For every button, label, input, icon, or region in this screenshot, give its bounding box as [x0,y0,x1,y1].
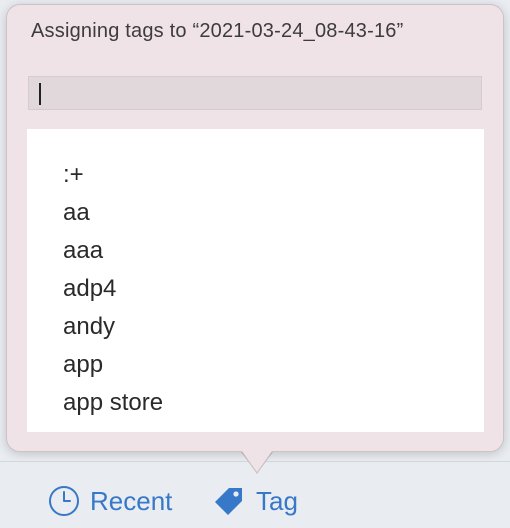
recent-button[interactable]: Recent [48,476,172,526]
tag-button[interactable]: Tag [212,476,298,526]
tag-list[interactable]: :+aaaaaadp4andyappapp storeawesomenauts [27,129,484,432]
bottom-bar: Recent Tag [0,476,510,526]
tag-input[interactable] [28,76,482,110]
recent-label: Recent [90,485,173,516]
tag-assign-popover: Assigning tags to “2021-03-24_08-43-16” … [6,4,504,452]
tag-label: Tag [256,485,298,516]
popover-arrow [239,447,275,472]
tag-list-item[interactable]: app [63,346,484,384]
text-caret [39,83,41,105]
tag-list-item[interactable]: adp4 [63,270,484,308]
tag-icon [212,485,246,517]
popover-title: Assigning tags to “2021-03-24_08-43-16” [31,20,404,42]
tag-list-item[interactable]: andy [63,308,484,346]
tag-list-item[interactable]: app store [63,384,484,422]
tag-list-item[interactable]: aaa [63,232,484,270]
tag-list-item[interactable]: awesomenauts [63,422,484,432]
tag-list-item[interactable]: :+ [63,156,484,194]
tag-list-item[interactable]: aa [63,194,484,232]
clock-icon [48,485,80,517]
tag-list-items: :+aaaaaadp4andyappapp storeawesomenauts [27,129,484,432]
